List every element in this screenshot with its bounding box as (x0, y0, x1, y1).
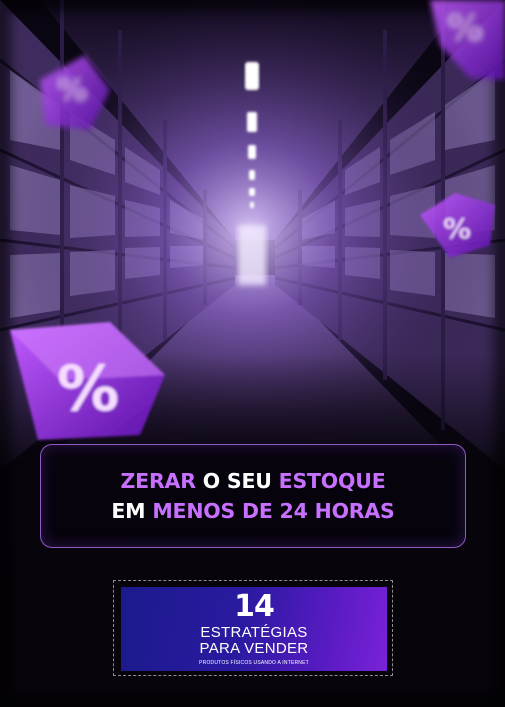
svg-text:%: % (57, 73, 87, 108)
headline-word: MENOS DE 24 HORAS (152, 499, 395, 523)
headline-word: O SEU (195, 469, 279, 493)
strategies-badge: 14 ESTRATÉGIAS PARA VENDER PRODUTOS FÍSI… (121, 587, 387, 671)
headline-line-2: EM MENOS DE 24 HORAS (111, 499, 394, 523)
svg-text:%: % (447, 8, 483, 49)
poster: % % % % ZERAR O SEU ESTOQUE EM MENOS DE … (0, 0, 505, 707)
badge-tagline: PRODUTOS FÍSICOS USANDO A INTERNET (199, 660, 309, 666)
headline-word: ESTOQUE (278, 469, 386, 493)
headline-box: ZERAR O SEU ESTOQUE EM MENOS DE 24 HORAS (40, 444, 466, 548)
badge-title-line-2: PARA VENDER (199, 640, 309, 657)
badge-title-line-1: ESTRATÉGIAS (200, 624, 308, 641)
badge-number: 14 (234, 589, 275, 624)
headline-line-1: ZERAR O SEU ESTOQUE (120, 469, 385, 493)
headline-word: EM (111, 499, 153, 523)
svg-text:%: % (443, 212, 471, 245)
svg-text:%: % (57, 352, 119, 425)
headline-word: ZERAR (120, 469, 196, 493)
